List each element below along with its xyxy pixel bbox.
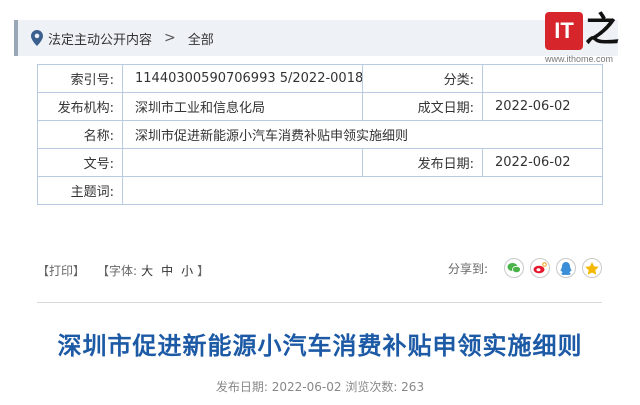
wechat-icon[interactable] (504, 258, 524, 278)
breadcrumb: 法定主动公开内容 > 全部 (14, 20, 618, 56)
publisher-label: 发布机构: (37, 92, 123, 121)
table-row: 发布机构: 深圳市工业和信息化局 成文日期: 2022-06-02 (37, 92, 603, 121)
table-row: 名称: 深圳市促进新能源小汽车消费补贴申领实施细则 (37, 120, 603, 149)
ithome-watermark: IT 之 www.ithome.com (545, 8, 635, 68)
font-size-small-button[interactable]: 小 (181, 262, 193, 279)
subject-label: 主题词: (37, 176, 123, 205)
category-value (482, 64, 603, 93)
created-date-label: 成文日期: (362, 92, 483, 121)
index-label: 索引号: (37, 64, 123, 93)
name-label: 名称: (37, 120, 123, 149)
breadcrumb-item-all[interactable]: 全部 (188, 29, 214, 48)
subject-value (122, 176, 603, 205)
share-label: 分享到: (447, 261, 488, 276)
category-label: 分类: (362, 64, 483, 93)
font-size-suffix: 】 (197, 263, 210, 278)
index-value: 11440300590706993 5/2022-00186 (122, 64, 363, 93)
name-value: 深圳市促进新能源小汽车消费补贴申领实施细则 (122, 120, 603, 149)
table-row: 文号: 发布日期: 2022-06-02 (37, 148, 603, 177)
article-title: 深圳市促进新能源小汽车消费补贴申领实施细则 (57, 332, 583, 360)
font-size-prefix: 【字体: (97, 263, 138, 278)
divider (37, 302, 602, 303)
print-button[interactable]: 【打印】 (37, 262, 85, 279)
breadcrumb-separator: > (164, 30, 176, 46)
breadcrumb-item-public-content[interactable]: 法定主动公开内容 (48, 29, 152, 48)
table-row: 主题词: (37, 176, 603, 205)
ithome-glyph: 之 (585, 10, 619, 50)
location-pin-icon (26, 30, 48, 46)
published-date-value: 2022-06-02 (482, 148, 603, 177)
article-toolbar: 【打印】 【字体: 大 中 小 】 分享到: (37, 258, 602, 282)
doc-number-label: 文号: (37, 148, 123, 177)
published-date-label: 发布日期: (362, 148, 483, 177)
publisher-value: 深圳市工业和信息化局 (122, 92, 363, 121)
font-size-medium-button[interactable]: 中 (161, 262, 173, 279)
qzone-icon[interactable] (582, 258, 602, 278)
font-size-large-button[interactable]: 大 (141, 262, 153, 279)
created-date-value: 2022-06-02 (482, 92, 603, 121)
ithome-logo: IT (545, 12, 583, 50)
weibo-icon[interactable] (530, 258, 550, 278)
metadata-table: 索引号: 11440300590706993 5/2022-00186 分类: … (37, 64, 603, 205)
qq-icon[interactable] (556, 258, 576, 278)
share-bar: 分享到: (448, 258, 602, 278)
table-row: 索引号: 11440300590706993 5/2022-00186 分类: (37, 64, 603, 93)
publish-info: 发布日期: 2022-06-02 浏览次数: 263 (215, 380, 425, 394)
doc-number-value (122, 148, 363, 177)
ithome-url: www.ithome.com (545, 54, 614, 64)
